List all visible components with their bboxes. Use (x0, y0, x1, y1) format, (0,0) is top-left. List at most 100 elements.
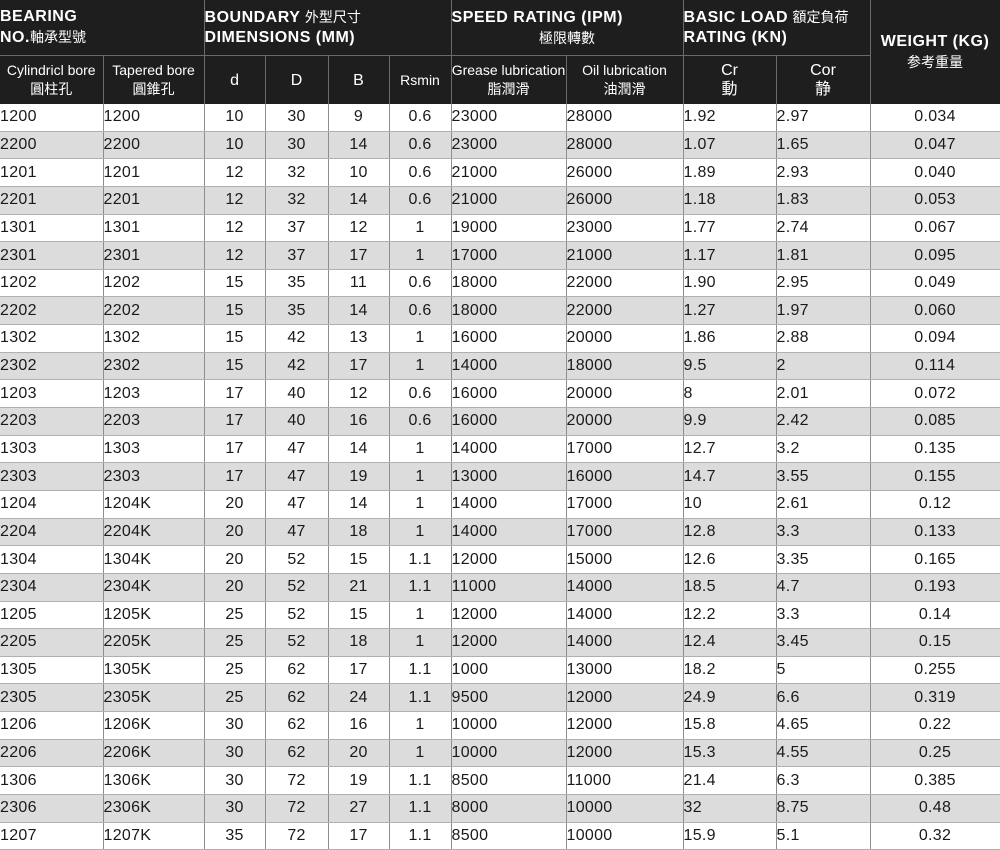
cell-D: 30 (265, 131, 329, 160)
cell-d: 15 (204, 352, 266, 381)
cell-rsmin: 1.1 (389, 656, 452, 685)
cell-oil-speed: 14000 (566, 601, 684, 630)
cell-cor: 6.3 (776, 766, 871, 796)
header-oil-label: Oil lubrication (582, 62, 667, 78)
cell-cylindrical-bore: 2206 (0, 739, 104, 768)
cell-cr: 18.5 (683, 573, 777, 602)
cell-grease-speed: 10000 (451, 711, 567, 740)
table-row: 1207 1207K 35 72 17 1.1 8500 10000 15.9 5.1 0.32 (0, 822, 1000, 850)
cell-cylindrical-bore: 1207 (0, 822, 104, 850)
cell-cor: 2.95 (776, 269, 871, 298)
cell-rsmin: 1 (389, 435, 452, 464)
header-oil-lubrication: Oil lubrication 油潤滑 (566, 55, 684, 104)
cell-cr: 10 (683, 490, 777, 519)
cell-cr: 12.2 (683, 601, 777, 630)
cell-cylindrical-bore: 2201 (0, 186, 104, 215)
cell-d: 12 (204, 158, 266, 187)
cell-grease-speed: 1000 (451, 656, 567, 685)
cell-tapered-bore: 2205K (103, 628, 205, 657)
cell-B: 12 (328, 214, 390, 243)
cell-oil-speed: 17000 (566, 518, 684, 547)
cell-cr: 15.8 (683, 711, 777, 740)
cell-B: 19 (328, 462, 390, 491)
cell-tapered-bore: 2305K (103, 683, 205, 713)
cell-weight: 0.48 (870, 794, 1000, 823)
cell-d: 25 (204, 683, 266, 713)
cell-cor: 2.42 (776, 407, 871, 436)
cell-D: 52 (265, 601, 329, 630)
cell-tapered-bore: 1207K (103, 822, 205, 850)
header-group-row: BEARING NO.軸承型號 BOUNDARY 外型尺寸 DIMENSIONS… (0, 0, 1000, 104)
cell-cor: 2.61 (776, 490, 871, 519)
cell-cor: 4.7 (776, 573, 871, 602)
cell-D: 47 (265, 435, 329, 464)
cell-cor: 5.1 (776, 822, 871, 850)
cell-d: 15 (204, 324, 266, 353)
cell-cr: 12.7 (683, 435, 777, 464)
table-row: 1206 1206K 30 62 16 1 10000 12000 15.8 4.65 0.22 (0, 711, 1000, 740)
cell-cor: 5 (776, 656, 871, 685)
cell-B: 11 (328, 269, 390, 298)
cell-oil-speed: 22000 (566, 296, 684, 326)
cell-rsmin: 0.6 (389, 186, 452, 215)
cell-oil-speed: 20000 (566, 379, 684, 409)
cell-B: 14 (328, 490, 390, 519)
cell-B: 17 (328, 241, 390, 270)
cell-cylindrical-bore: 2306 (0, 794, 104, 823)
cell-tapered-bore: 1200 (103, 104, 205, 132)
cell-cr: 21.4 (683, 766, 777, 796)
cell-tapered-bore: 1305K (103, 656, 205, 685)
table-row: 2303 2303 17 47 19 1 13000 16000 14.7 3.55 0.155 (0, 462, 1000, 491)
cell-oil-speed: 13000 (566, 656, 684, 685)
cell-D: 37 (265, 241, 329, 270)
cell-rsmin: 1 (389, 711, 452, 740)
cell-cylindrical-bore: 1203 (0, 379, 104, 409)
cell-B: 14 (328, 296, 390, 326)
cell-cr: 1.17 (683, 241, 777, 270)
cell-D: 40 (265, 407, 329, 436)
cell-B: 15 (328, 601, 390, 630)
table-header: BEARING NO.軸承型號 BOUNDARY 外型尺寸 DIMENSIONS… (0, 0, 1000, 104)
cell-weight: 0.22 (870, 711, 1000, 740)
cell-rsmin: 1 (389, 324, 452, 353)
cell-tapered-bore: 1303 (103, 435, 205, 464)
table-row: 1203 1203 17 40 12 0.6 16000 20000 8 2.01 0.072 (0, 379, 1000, 409)
cell-D: 47 (265, 462, 329, 491)
cell-B: 12 (328, 379, 390, 409)
cell-tapered-bore: 1201 (103, 158, 205, 187)
cell-B: 16 (328, 711, 390, 740)
cell-grease-speed: 12000 (451, 628, 567, 657)
cell-cor: 2.01 (776, 379, 871, 409)
cell-cr: 1.90 (683, 269, 777, 298)
cell-B: 16 (328, 407, 390, 436)
cell-grease-speed: 10000 (451, 739, 567, 768)
cell-grease-speed: 23000 (451, 131, 567, 160)
table-row: 1201 1201 12 32 10 0.6 21000 26000 1.89 2.93 0.040 (0, 158, 1000, 187)
cell-cylindrical-bore: 2205 (0, 628, 104, 657)
cell-tapered-bore: 2201 (103, 186, 205, 215)
cell-weight: 0.15 (870, 628, 1000, 657)
cell-D: 47 (265, 518, 329, 547)
cell-rsmin: 0.6 (389, 131, 452, 160)
cell-oil-speed: 12000 (566, 683, 684, 713)
cell-tapered-bore: 1202 (103, 269, 205, 298)
cell-cr: 14.7 (683, 462, 777, 491)
cell-B: 13 (328, 324, 390, 353)
cell-cylindrical-bore: 1303 (0, 435, 104, 464)
cell-grease-speed: 14000 (451, 435, 567, 464)
header-basic-load-rating: BASIC LOAD 額定負荷 RATING (KN) (683, 0, 871, 56)
cell-rsmin: 1 (389, 214, 452, 243)
cell-cor: 4.65 (776, 711, 871, 740)
cell-oil-speed: 28000 (566, 104, 684, 132)
cell-cr: 1.86 (683, 324, 777, 353)
cell-cor: 3.55 (776, 462, 871, 491)
cell-cor: 8.75 (776, 794, 871, 823)
cell-weight: 0.385 (870, 766, 1000, 796)
cell-grease-speed: 21000 (451, 158, 567, 187)
cell-D: 42 (265, 352, 329, 381)
cell-weight: 0.133 (870, 518, 1000, 547)
cell-cr: 9.5 (683, 352, 777, 381)
header-bearing-no: BEARING NO.軸承型號 (0, 0, 205, 56)
cell-rsmin: 0.6 (389, 296, 452, 326)
cell-rsmin: 1.1 (389, 683, 452, 713)
